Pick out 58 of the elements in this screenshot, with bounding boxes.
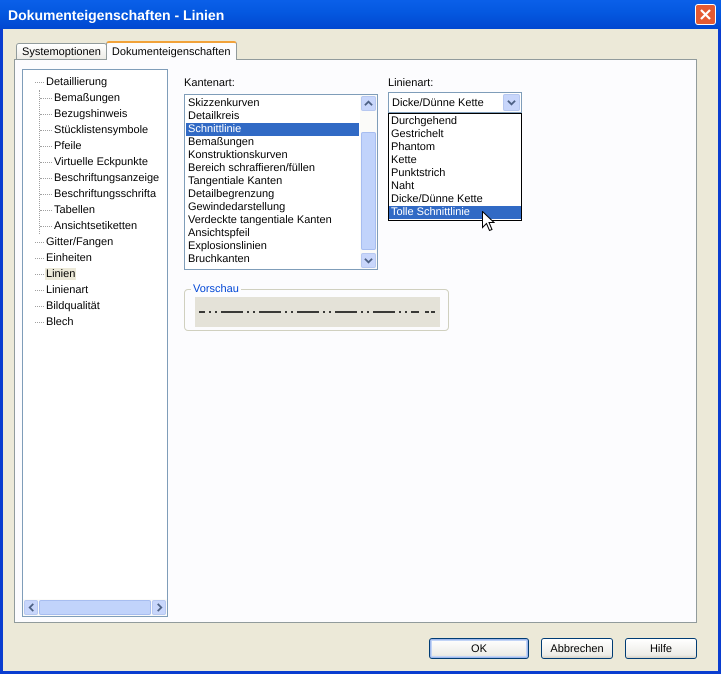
category-tree[interactable] (22, 69, 168, 617)
scroll-down-icon[interactable] (364, 256, 373, 265)
list-item[interactable]: Bereich schraffieren/füllen (186, 162, 359, 175)
tab[interactable]: Dokumenteigenschaften (106, 41, 237, 60)
dropdown-option[interactable]: Kette (389, 154, 521, 167)
list-item[interactable]: Detailkreis (186, 110, 359, 123)
tree-item[interactable]: Bezugshinweis (53, 108, 128, 120)
line-type-label: Linienart: (388, 77, 434, 90)
dropdown-option[interactable]: Dicke/Dünne Kette (389, 193, 521, 206)
list-item[interactable]: Explosionslinien (186, 240, 359, 253)
window-title: Dokumenteigenschaften - Linien (8, 6, 224, 22)
dialog-button[interactable]: Hilfe (625, 638, 697, 659)
dropdown-option[interactable]: Phantom (389, 141, 521, 154)
tree-item[interactable]: Tabellen (53, 204, 96, 216)
horizontal-scrollbar[interactable] (23, 599, 167, 616)
list-item[interactable]: Detailbegrenzung (186, 188, 359, 201)
tab[interactable]: Systemoptionen (16, 43, 107, 59)
tree-item[interactable]: Bemaßungen (53, 92, 122, 104)
tree-item[interactable]: Blech (45, 316, 75, 328)
list-item[interactable]: Ansichtspfeil (186, 227, 359, 240)
tree-item[interactable]: Stücklistensymbole (53, 124, 150, 136)
dropdown-option[interactable]: Durchgehend (389, 115, 521, 128)
scroll-right-icon[interactable] (154, 603, 164, 612)
list-item[interactable]: Gewindedarstellung (186, 201, 359, 214)
close-button[interactable] (695, 4, 716, 25)
list-item[interactable]: Bemaßungen (186, 136, 359, 149)
tree-item[interactable]: Virtuelle Eckpunkte (53, 156, 149, 168)
dialog-button[interactable]: Abbrechen (541, 638, 613, 659)
tree-item[interactable]: Pfeile (53, 140, 83, 152)
chevron-down-icon[interactable] (507, 98, 516, 107)
preview-group-title: Vorschau (192, 283, 240, 295)
tree-item[interactable]: Ansichtsetiketten (53, 220, 138, 232)
edge-type-label: Kantenart: (184, 77, 236, 90)
tree-item[interactable]: Linienart (45, 284, 90, 296)
edge-type-list[interactable] (184, 94, 378, 270)
list-item[interactable]: Skizzenkurven (186, 97, 359, 110)
scroll-up-icon[interactable] (364, 99, 373, 108)
list-item[interactable]: Bruchkanten (186, 253, 359, 266)
tree-item[interactable]: Linien (45, 268, 76, 280)
list-item[interactable]: Verdeckte tangentiale Kanten (186, 214, 359, 227)
list-item[interactable]: Schnittlinie (186, 123, 359, 136)
dropdown-option[interactable]: Punktstrich (389, 167, 521, 180)
dropdown-option[interactable]: Tolle Schnittlinie (389, 206, 521, 219)
line-type-dropdown[interactable]: Dicke/Dünne Kette (388, 92, 522, 113)
dropdown-option[interactable]: Gestrichelt (389, 128, 521, 141)
close-icon[interactable] (700, 9, 711, 20)
tree-item[interactable]: Detaillierung (45, 76, 108, 88)
tree-item[interactable]: Beschriftungsschrifta (53, 188, 158, 200)
list-item[interactable]: Konstruktionskurven (186, 149, 359, 162)
tree-item[interactable]: Bildqualität (45, 300, 101, 312)
dialog-button[interactable]: OK (429, 638, 529, 659)
tree-item[interactable]: Beschriftungsanzeige (53, 172, 160, 184)
scrollbar-thumb[interactable] (361, 132, 376, 250)
dropdown-option[interactable]: Naht (389, 180, 521, 193)
scroll-left-icon[interactable] (26, 603, 36, 612)
list-item[interactable]: Tangentiale Kanten (186, 175, 359, 188)
tree-item[interactable]: Einheiten (45, 252, 93, 264)
tree-item[interactable]: Gitter/Fangen (45, 236, 114, 248)
